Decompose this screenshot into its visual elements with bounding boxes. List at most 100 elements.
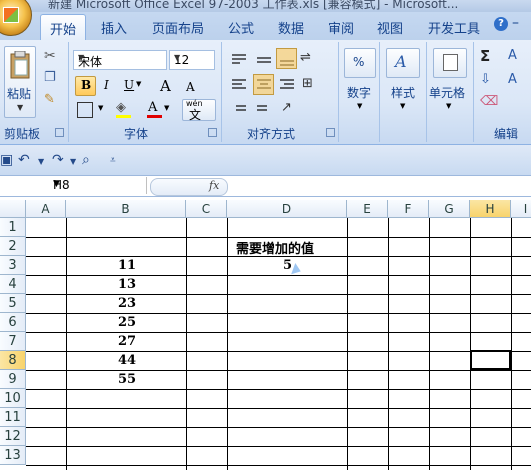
tab-review[interactable]: 审阅: [328, 18, 354, 37]
column-header-c[interactable]: C: [186, 200, 227, 218]
row-header-2[interactable]: 2: [0, 237, 26, 256]
window-title: 新建 Microsoft Office Excel 97-2003 工作表.xl…: [48, 0, 459, 11]
format-painter-icon[interactable]: ✎: [44, 92, 55, 107]
column-header-h[interactable]: H: [470, 200, 511, 218]
gridline: [26, 389, 531, 390]
cell-b7[interactable]: 27: [118, 334, 136, 349]
column-header-i[interactable]: I: [511, 200, 531, 218]
tab-page-layout[interactable]: 页面布局: [152, 18, 204, 37]
chevron-down-icon: ▼: [174, 53, 181, 62]
row-header-12[interactable]: 12: [0, 427, 26, 446]
undo-icon[interactable]: ↶: [18, 152, 30, 168]
tab-home-label: 开始: [50, 23, 77, 38]
gridline: [26, 465, 531, 466]
cell-b4[interactable]: 13: [118, 277, 136, 292]
tab-insert[interactable]: 插入: [101, 18, 127, 37]
font-color-swatch: [147, 115, 162, 118]
column-header-b[interactable]: B: [66, 200, 186, 218]
minimize-ribbon-icon[interactable]: –: [512, 15, 519, 31]
customize-qat-icon[interactable]: ⩡: [110, 155, 116, 166]
group-editing-label: 编辑: [494, 127, 519, 141]
row-header-7[interactable]: 7: [0, 332, 26, 351]
row-header-10[interactable]: 10: [0, 389, 26, 408]
quick-access-toolbar: [0, 145, 531, 176]
font-size-select[interactable]: 12 ▼: [169, 50, 215, 70]
cells-button[interactable]: [433, 48, 467, 78]
fill-icon[interactable]: ⇩: [480, 72, 491, 87]
paste-button[interactable]: 粘贴 ▼: [4, 46, 36, 118]
paste-icon: [10, 51, 30, 79]
row-header-8[interactable]: 8: [0, 351, 26, 370]
cell-d3[interactable]: 5: [283, 258, 292, 273]
column-header-g[interactable]: G: [429, 200, 470, 218]
number-button[interactable]: %: [344, 48, 376, 78]
borders-icon[interactable]: [77, 102, 93, 118]
cell-b3[interactable]: 11: [118, 258, 136, 273]
select-all-corner[interactable]: [0, 200, 26, 218]
autosum-button[interactable]: Σ: [480, 47, 490, 65]
find-select-button[interactable]: A: [508, 72, 517, 87]
phonetic-char: 文: [189, 108, 202, 122]
group-clipboard-label: 剪贴板: [4, 127, 41, 141]
chevron-down-icon: ▼: [98, 104, 104, 112]
active-cell-h8[interactable]: [470, 350, 511, 370]
row-header-6[interactable]: 6: [0, 313, 26, 332]
fill-color-swatch: [116, 115, 131, 118]
cell-b5[interactable]: 23: [118, 296, 136, 311]
tab-home[interactable]: 开始: [40, 14, 86, 41]
sort-filter-button[interactable]: A: [508, 48, 517, 63]
tab-formulas[interactable]: 公式: [228, 18, 254, 37]
italic-button[interactable]: I: [104, 78, 109, 92]
row-header-9[interactable]: 9: [0, 370, 26, 389]
help-icon[interactable]: ?: [494, 17, 508, 31]
row-header-1[interactable]: 1: [0, 218, 26, 237]
row-header-4[interactable]: 4: [0, 275, 26, 294]
styles-button[interactable]: A: [386, 48, 420, 78]
column-header-a[interactable]: A: [26, 200, 66, 218]
row-header-11[interactable]: 11: [0, 408, 26, 427]
tab-developer[interactable]: 开发工具: [428, 18, 480, 37]
save-icon[interactable]: ▣: [0, 152, 13, 168]
clear-icon[interactable]: ⌫: [480, 94, 498, 109]
alignment-launcher-icon[interactable]: [326, 128, 335, 137]
fill-color-icon[interactable]: ◈: [116, 100, 126, 115]
number-label: 数字: [347, 86, 372, 100]
bold-button[interactable]: B: [75, 76, 96, 96]
column-header-e[interactable]: E: [347, 200, 388, 218]
cell-b6[interactable]: 25: [118, 315, 136, 330]
column-header-f[interactable]: F: [388, 200, 429, 218]
insert-function-button[interactable]: fx: [150, 178, 228, 196]
cell-b8[interactable]: 44: [118, 353, 136, 368]
cell-b9[interactable]: 55: [118, 372, 136, 387]
merge-center-icon[interactable]: ⊞: [302, 76, 313, 91]
underline-button[interactable]: U: [124, 78, 134, 92]
font-color-icon[interactable]: A: [148, 100, 157, 115]
redo-icon[interactable]: ↷: [52, 152, 64, 168]
grow-font-button[interactable]: A: [160, 77, 171, 95]
row-header-13[interactable]: 13: [0, 446, 26, 465]
formula-input[interactable]: [230, 177, 530, 194]
cut-icon[interactable]: ✂: [44, 48, 56, 64]
styles-label: 样式: [391, 86, 416, 100]
align-center-button[interactable]: [253, 74, 274, 95]
gridline: [26, 351, 531, 352]
print-preview-icon[interactable]: ⌕: [82, 152, 90, 168]
align-bottom-button[interactable]: [276, 48, 297, 69]
cell-d2[interactable]: 需要增加的值: [236, 238, 314, 257]
wrap-text-icon[interactable]: ⇌: [300, 50, 311, 65]
copy-icon[interactable]: ❐: [44, 70, 56, 85]
name-box[interactable]: H8 ▼: [1, 177, 147, 194]
styles-icon: A: [395, 52, 407, 71]
column-header-d[interactable]: D: [227, 200, 347, 218]
tab-view[interactable]: 视图: [377, 18, 403, 37]
row-header-3[interactable]: 3: [0, 256, 26, 275]
row-header-5[interactable]: 5: [0, 294, 26, 313]
phonetic-button[interactable]: wén 文: [182, 99, 216, 122]
font-name-select[interactable]: 宋体 ▼: [73, 50, 167, 70]
clipboard-launcher-icon[interactable]: [55, 128, 64, 137]
shrink-font-button[interactable]: A: [186, 80, 195, 94]
gridline: [26, 370, 531, 371]
font-launcher-icon[interactable]: [208, 128, 217, 137]
tab-data[interactable]: 数据: [278, 18, 304, 37]
orientation-icon[interactable]: ↗: [281, 100, 292, 115]
